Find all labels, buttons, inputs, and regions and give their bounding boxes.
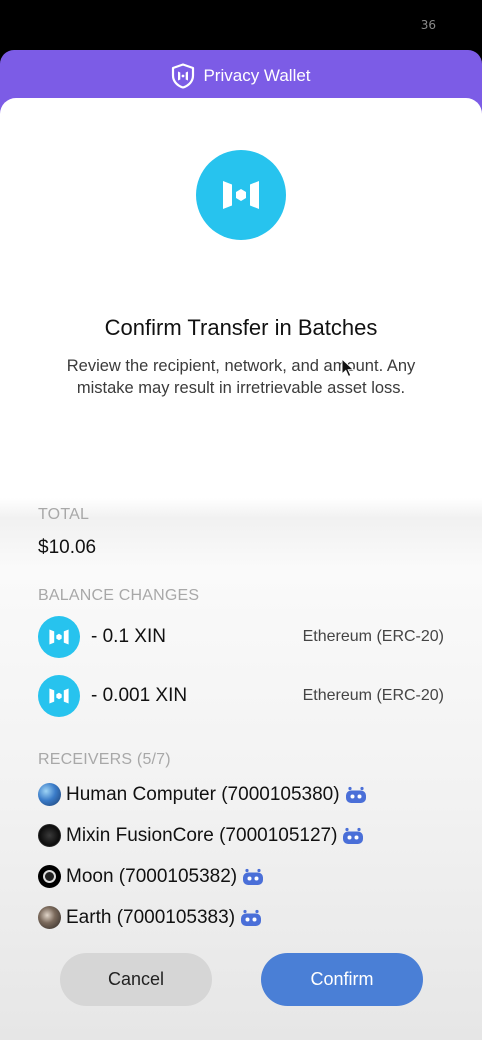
receiver-name: Moon (7000105382) (66, 865, 238, 887)
receivers-label: RECEIVERS (5/7) (38, 751, 171, 768)
status-bar: 36 (0, 0, 482, 50)
mouse-cursor-icon (341, 357, 355, 383)
receiver-item: Earth (7000105383) (38, 906, 262, 929)
bot-icon (242, 868, 264, 886)
change-amount: - 0.1 XIN (91, 626, 166, 647)
change-network: Ethereum (ERC-20) (302, 628, 444, 645)
status-text: 36 (420, 18, 436, 32)
receiver-name: Human Computer (7000105380) (66, 783, 340, 805)
sheet-header: Privacy Wallet (0, 50, 482, 102)
shield-logo-icon (171, 63, 195, 89)
bot-icon (345, 786, 367, 804)
avatar (38, 906, 61, 929)
confirm-button[interactable]: Confirm (261, 953, 423, 1006)
xin-token-icon (38, 675, 80, 717)
change-amount: - 0.001 XIN (91, 685, 188, 706)
balance-change-row: - 0.1 XIN Ethereum (ERC-20) (38, 616, 444, 658)
xin-token-icon (38, 616, 80, 658)
bot-icon (342, 827, 364, 845)
warning-text: Review the recipient, network, and amoun… (66, 357, 416, 397)
app-title: Privacy Wallet (203, 66, 311, 85)
page-title: Confirm Transfer in Batches (104, 315, 378, 340)
receiver-name: Mixin FusionCore (7000105127) (66, 824, 338, 846)
bot-icon (240, 909, 262, 927)
balance-change-row: - 0.001 XIN Ethereum (ERC-20) (38, 675, 444, 717)
avatar (38, 783, 61, 806)
receiver-item: Mixin FusionCore (7000105127) (38, 824, 364, 847)
avatar (38, 865, 61, 888)
change-network: Ethereum (ERC-20) (302, 687, 444, 704)
receiver-item: Human Computer (7000105380) (38, 783, 367, 806)
mixin-logo-icon (196, 150, 286, 240)
total-label: TOTAL (38, 506, 90, 523)
total-value: $10.06 (38, 537, 97, 558)
balance-changes-label: BALANCE CHANGES (38, 587, 200, 604)
avatar (38, 824, 61, 847)
cancel-button[interactable]: Cancel (60, 953, 212, 1006)
receiver-item: Moon (7000105382) (38, 865, 264, 888)
receiver-name: Earth (7000105383) (66, 906, 236, 928)
